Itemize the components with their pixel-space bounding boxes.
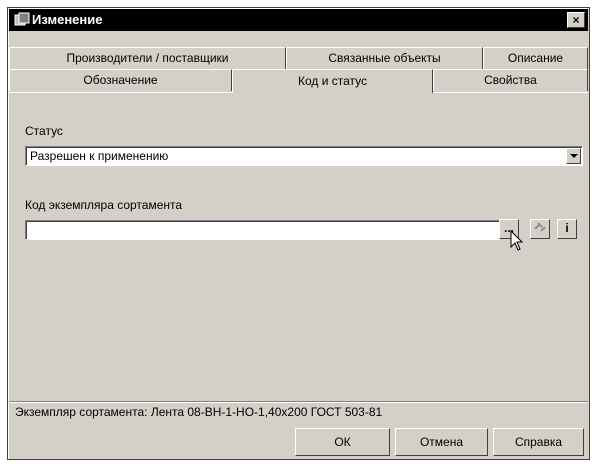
- app-icon: [14, 12, 30, 28]
- tab-code-status[interactable]: Код и статус: [232, 69, 433, 93]
- tab-row-bottom: Обозначение Код и статус Свойства: [9, 69, 588, 93]
- dialog-window: Изменение × Производители / поставщики С…: [7, 7, 590, 460]
- tab-description[interactable]: Описание: [483, 47, 588, 69]
- status-bar: Экземпляр сортамента: Лента 08-ВН-1-НО-1…: [9, 401, 588, 422]
- link-button[interactable]: [530, 219, 550, 239]
- cancel-button[interactable]: Отмена: [395, 428, 488, 456]
- close-button[interactable]: ×: [567, 12, 585, 28]
- status-select[interactable]: Разрешен к применению: [25, 146, 583, 166]
- tab-related-objects[interactable]: Связанные объекты: [286, 47, 483, 69]
- code-label: Код экземпляра сортамента: [25, 198, 183, 212]
- help-button[interactable]: Справка: [493, 428, 584, 456]
- info-button[interactable]: i: [557, 219, 577, 239]
- ok-button[interactable]: ОК: [295, 428, 390, 456]
- tab-row-top: Производители / поставщики Связанные объ…: [9, 47, 588, 69]
- tab-manufacturers[interactable]: Производители / поставщики: [9, 47, 286, 69]
- tab-panel: [9, 92, 588, 390]
- tab-designation[interactable]: Обозначение: [9, 69, 232, 91]
- link-icon: [533, 222, 547, 237]
- info-icon: i: [565, 221, 569, 235]
- mouse-pointer-icon: [510, 229, 524, 255]
- tab-properties[interactable]: Свойства: [433, 69, 588, 91]
- status-label: Статус: [25, 124, 63, 138]
- code-input[interactable]: [25, 220, 500, 240]
- title-bar[interactable]: Изменение ×: [9, 9, 588, 31]
- window-title: Изменение: [32, 12, 103, 27]
- chevron-down-icon[interactable]: [566, 148, 581, 164]
- status-value: Разрешен к применению: [30, 149, 169, 163]
